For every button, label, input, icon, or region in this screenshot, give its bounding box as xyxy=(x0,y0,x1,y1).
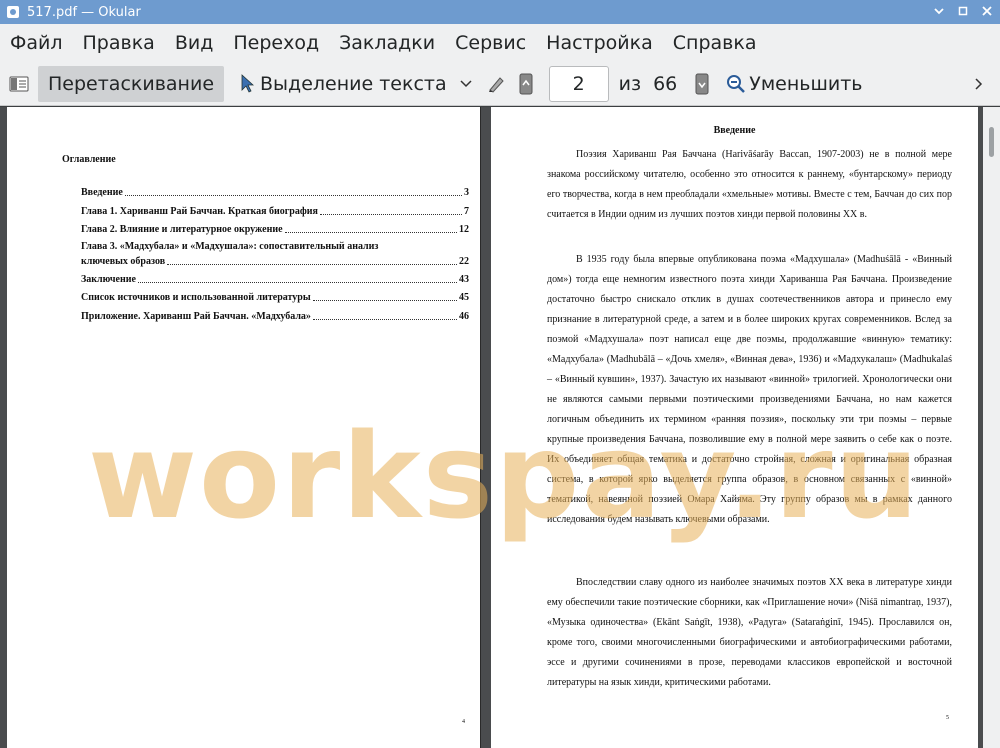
toc-entry[interactable]: Глава 1. Хариванш Рай Баччан. Краткая би… xyxy=(81,206,469,218)
menu-settings[interactable]: Настройка xyxy=(536,24,663,62)
document-view[interactable]: Оглавление Введение 3 Глава 1. Хариванш Р… xyxy=(0,107,1000,748)
previous-page-button[interactable] xyxy=(511,66,541,102)
menu-go[interactable]: Переход xyxy=(223,24,329,62)
paragraph: Впоследствии славу одного из наиболее зн… xyxy=(547,577,952,688)
annotate-button[interactable] xyxy=(481,66,511,102)
sidebar-toggle-button[interactable] xyxy=(0,66,36,102)
menu-view[interactable]: Вид xyxy=(165,24,224,62)
toc-title: Оглавление xyxy=(62,154,116,165)
window-title: 517.pdf — Okular xyxy=(27,4,141,20)
menu-file[interactable]: Файл xyxy=(0,24,73,62)
page-number: 5 xyxy=(946,715,949,721)
zoom-out-button[interactable]: Уменьшить xyxy=(721,66,866,102)
scrollbar-thumb[interactable] xyxy=(989,127,994,157)
browse-tool-button[interactable]: Перетаскивание xyxy=(38,65,225,102)
paragraph: Поэзия Хариванш Рая Баччана (Harivāśarāy… xyxy=(547,149,952,220)
text-select-tool-button[interactable]: Выделение текста xyxy=(232,66,451,102)
page-number: 4 xyxy=(462,719,465,725)
total-pages-label: 66 xyxy=(653,72,678,95)
toc-entry[interactable]: Заключение 43 xyxy=(81,274,469,286)
toc-entry[interactable]: Глава 2. Влияние и литературное окружени… xyxy=(81,224,469,236)
page-4: Оглавление Введение 3 Глава 1. Хариванш Р… xyxy=(7,107,481,748)
tool-dropdown-button[interactable] xyxy=(451,66,481,102)
close-window-icon[interactable] xyxy=(980,2,994,20)
toc-entry-line: Глава 3. «Мадхубала» и «Мадхушала»: сопо… xyxy=(81,241,379,252)
toc-entry[interactable]: Список источников и использованной литер… xyxy=(81,292,469,304)
menu-edit[interactable]: Правка xyxy=(73,24,165,62)
main-toolbar: Перетаскивание Выделение текста из 66 Ум… xyxy=(0,62,1000,106)
menu-bookmarks[interactable]: Закладки xyxy=(329,24,445,62)
vertical-scrollbar[interactable] xyxy=(983,107,1000,748)
cursor-arrow-icon xyxy=(236,73,258,95)
pen-icon xyxy=(485,73,507,95)
toc-entry[interactable]: Приложение. Хариванш Рай Баччан. «Мадхуб… xyxy=(81,311,469,323)
toc-entry: ключевых образов 22 xyxy=(81,256,469,267)
minimize-window-icon[interactable] xyxy=(932,2,946,20)
menu-help[interactable]: Справка xyxy=(663,24,767,62)
menu-bar: Файл Правка Вид Переход Закладки Сервис … xyxy=(0,24,1000,62)
chevron-right-icon xyxy=(968,73,990,95)
page-up-icon xyxy=(515,73,537,95)
sidebar-icon xyxy=(8,73,30,95)
menu-tools[interactable]: Сервис xyxy=(445,24,536,62)
page-down-icon xyxy=(691,73,713,95)
page-5: Введение Поэзия Хариванш Рая Баччана (Ha… xyxy=(491,107,978,748)
text-select-label: Выделение текста xyxy=(260,72,447,95)
maximize-window-icon[interactable] xyxy=(956,2,970,20)
paragraph: В 1935 году была впервые опубликована по… xyxy=(547,254,952,525)
toolbar-overflow-button[interactable] xyxy=(964,66,994,102)
zoom-out-label: Уменьшить xyxy=(749,72,863,95)
chevron-down-icon xyxy=(455,73,477,95)
zoom-out-icon xyxy=(725,73,747,95)
page-number-input[interactable] xyxy=(548,65,609,102)
title-bar: 517.pdf — Okular xyxy=(0,0,1000,24)
toc-entry[interactable]: Введение 3 xyxy=(81,187,469,199)
okular-app-icon xyxy=(5,4,21,20)
section-title: Введение xyxy=(713,125,756,136)
next-page-button[interactable] xyxy=(683,66,721,102)
page-of-label: из xyxy=(618,72,642,95)
